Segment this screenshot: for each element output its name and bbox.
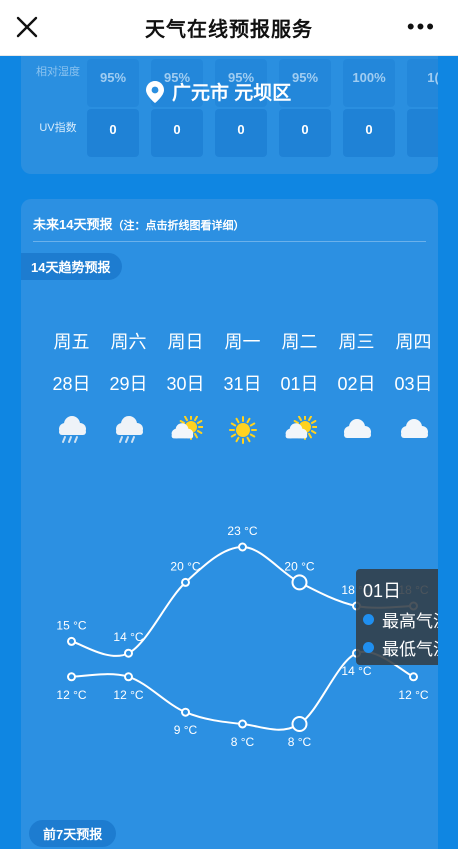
low-temp-label: 8 °C	[288, 735, 312, 749]
seven-day-tab[interactable]: 前7天预报	[29, 820, 117, 847]
low-temp-label: 12 °C	[113, 688, 143, 702]
low-temp-point[interactable]	[291, 716, 308, 732]
app-header: 天气在线预报服务 •••	[0, 0, 458, 56]
humidity-value: 1(	[427, 70, 438, 85]
uv-value: 0	[365, 122, 373, 137]
low-temp-label: 14 °C	[341, 664, 371, 678]
forecast-card: 未来14天预报（注：点击折线图看详细） 14天趋势预报 周五 28日 周六 29…	[21, 199, 438, 849]
location-pin-icon	[146, 80, 164, 103]
uv-value: 0	[109, 122, 117, 137]
humidity-value: 100%	[352, 70, 386, 85]
low-temp-point[interactable]	[67, 672, 76, 682]
low-temp-label: 9 °C	[174, 723, 198, 737]
high-temp-point[interactable]	[124, 648, 133, 658]
low-temp-point[interactable]	[238, 719, 247, 729]
uv-value: 0	[237, 122, 245, 137]
high-temp-point[interactable]	[181, 577, 190, 587]
uv-label: UV指数	[39, 122, 77, 134]
uv-value: 0	[301, 122, 309, 137]
low-temp-point[interactable]	[181, 707, 190, 717]
low-temp-point[interactable]	[409, 672, 418, 682]
high-temp-point[interactable]	[67, 636, 76, 646]
humidity-label: 相对湿度	[36, 66, 80, 78]
high-temp-label: 23 °C	[227, 524, 257, 538]
chart-tooltip: 01日 最高气温 最低气温	[356, 569, 438, 665]
low-temp-point[interactable]	[124, 672, 133, 682]
uv-value: 0	[173, 122, 181, 137]
low-temp-label: 8 °C	[231, 735, 255, 749]
uv-row: UV指数 0 0 0 0 0	[21, 106, 438, 160]
low-temp-label: 12 °C	[56, 688, 86, 702]
uv-cell	[407, 109, 438, 157]
location-text: 广元市 元坝区	[172, 83, 292, 104]
high-temp-label: 20 °C	[284, 559, 314, 573]
low-temp-label: 12 °C	[398, 688, 428, 702]
high-temp-point[interactable]	[238, 542, 247, 552]
tooltip-high-item: 最高气温	[363, 607, 438, 632]
more-options-icon[interactable]: •••	[407, 16, 436, 38]
humidity-value: 95%	[99, 70, 127, 85]
high-temp-label: 20 °C	[170, 559, 200, 573]
page-title: 天气在线预报服务	[145, 19, 313, 41]
tooltip-date: 01日	[363, 581, 402, 601]
high-temp-label: 14 °C	[113, 630, 143, 644]
tooltip-low-item: 最低气温	[363, 635, 438, 660]
high-temp-label: 15 °C	[56, 618, 86, 632]
temperature-trend-chart[interactable]: 15 °C 12 °C 14 °C 12 °C 20 °C 9 °C 23 °C 8 °C 20…	[21, 199, 438, 849]
location-selector[interactable]: 广元市 元坝区	[146, 78, 291, 105]
details-card: 相对湿度 95% 95% 95% 95% 100% 1( UV指数 00000	[21, 56, 438, 174]
high-temp-point[interactable]	[291, 574, 308, 591]
close-icon[interactable]	[14, 14, 40, 40]
